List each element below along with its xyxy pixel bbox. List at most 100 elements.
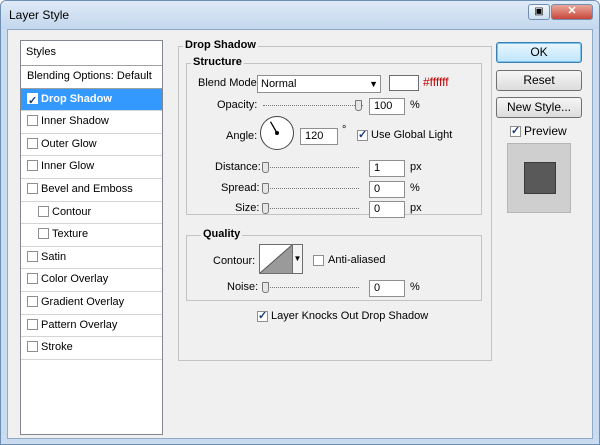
distance-slider-thumb[interactable]: [262, 162, 269, 173]
distance-label: Distance:: [215, 161, 261, 173]
styles-list-item[interactable]: Contour: [21, 202, 162, 225]
layer-style-dialog: Layer Style ▣ ✕ Styles Blending Options:…: [0, 0, 600, 445]
close-button[interactable]: ✕: [551, 4, 593, 20]
opacity-label: Opacity:: [217, 99, 258, 111]
angle-dial[interactable]: [260, 116, 294, 150]
styles-list-item-label: Contour: [52, 205, 92, 218]
style-enable-checkbox[interactable]: [27, 91, 38, 112]
blend-mode-label: Blend Mode:: [198, 77, 260, 89]
styles-list-item-label: Gradient Overlay: [41, 295, 125, 308]
angle-label: Angle:: [226, 130, 258, 142]
styles-list-item[interactable]: Texture: [21, 224, 162, 247]
styles-list-item[interactable]: Stroke: [21, 337, 162, 360]
layer-knocks-out-label[interactable]: Layer Knocks Out Drop Shadow: [271, 310, 428, 322]
size-slider-thumb[interactable]: [262, 203, 269, 214]
noise-input[interactable]: 0: [369, 280, 405, 297]
contour-picker[interactable]: [259, 244, 293, 274]
blend-mode-select[interactable]: Normal ▼: [257, 75, 381, 93]
opacity-unit: %: [410, 99, 420, 111]
shadow-color-swatch[interactable]: [389, 75, 419, 91]
quality-group: Quality Contour: ▼ Anti-aliased Noise: 0…: [186, 228, 482, 301]
distance-unit: px: [410, 161, 422, 173]
styles-list-item[interactable]: Pattern Overlay: [21, 315, 162, 338]
spread-input[interactable]: 0: [369, 181, 405, 198]
styles-list-item[interactable]: Color Overlay: [21, 269, 162, 292]
ok-button[interactable]: OK: [496, 42, 582, 63]
layer-knocks-out-checkbox[interactable]: [257, 309, 268, 322]
contour-dropdown-icon[interactable]: ▼: [293, 244, 303, 274]
structure-title: Structure: [191, 56, 244, 68]
styles-list-item-label: Drop Shadow: [41, 92, 112, 105]
opacity-slider-track[interactable]: [263, 105, 363, 107]
style-enable-checkbox[interactable]: [27, 341, 38, 353]
reset-button[interactable]: Reset: [496, 70, 582, 91]
drop-shadow-title: Drop Shadow: [183, 39, 258, 51]
use-global-light-checkbox[interactable]: [357, 128, 368, 141]
contour-label: Contour:: [213, 255, 256, 267]
angle-unit: °: [342, 124, 347, 136]
styles-list-item-label: Pattern Overlay: [41, 318, 118, 331]
system-menu-icon[interactable]: ▣: [528, 4, 550, 20]
anti-aliased-label[interactable]: Anti-aliased: [328, 254, 385, 266]
style-enable-checkbox[interactable]: [27, 160, 38, 172]
style-enable-checkbox[interactable]: [27, 137, 38, 149]
angle-dial-needle: [269, 121, 279, 135]
new-style-button[interactable]: New Style...: [496, 97, 582, 118]
size-unit: px: [410, 202, 422, 214]
style-enable-checkbox[interactable]: [27, 318, 38, 330]
styles-list-item[interactable]: Outer Glow: [21, 134, 162, 157]
noise-slider-thumb[interactable]: [262, 282, 269, 293]
styles-list-item-label: Outer Glow: [41, 137, 97, 150]
style-enable-checkbox[interactable]: [27, 182, 38, 194]
styles-list-item-label: Stroke: [41, 341, 73, 354]
styles-list-item-label: Blending Options: Default: [27, 70, 152, 82]
spread-slider-track[interactable]: [263, 188, 359, 190]
angle-input[interactable]: 120: [300, 128, 338, 145]
styles-list-item[interactable]: Bevel and Emboss: [21, 179, 162, 202]
style-enable-checkbox[interactable]: [27, 273, 38, 285]
anti-aliased-checkbox[interactable]: [313, 255, 324, 266]
dialog-body: Styles Blending Options: Default Drop Sha…: [7, 29, 593, 439]
style-enable-checkbox[interactable]: [27, 295, 38, 307]
styles-list-item[interactable]: Gradient Overlay: [21, 292, 162, 315]
preview-label[interactable]: Preview: [524, 124, 567, 138]
spread-slider-thumb[interactable]: [262, 183, 269, 194]
size-label: Size:: [235, 202, 260, 214]
styles-list: Styles Blending Options: Default Drop Sha…: [20, 40, 163, 435]
style-enable-checkbox[interactable]: [27, 115, 38, 127]
styles-list-item[interactable]: Inner Shadow: [21, 111, 162, 134]
shadow-color-hex: #ffffff: [423, 75, 449, 89]
distance-input[interactable]: 1: [369, 160, 405, 177]
styles-list-header[interactable]: Styles: [21, 41, 162, 66]
styles-list-item-label: Inner Glow: [41, 160, 95, 173]
style-enable-checkbox[interactable]: [38, 228, 49, 240]
styles-list-item-label: Texture: [52, 228, 89, 241]
style-enable-checkbox[interactable]: [27, 250, 38, 262]
noise-slider-track[interactable]: [263, 287, 359, 289]
size-input[interactable]: 0: [369, 201, 405, 218]
style-enable-checkbox[interactable]: [38, 205, 49, 217]
use-global-light-label[interactable]: Use Global Light: [371, 129, 452, 141]
spread-unit: %: [410, 182, 420, 194]
distance-slider-track[interactable]: [263, 167, 359, 169]
styles-list-item[interactable]: Satin: [21, 247, 162, 270]
spread-label: Spread:: [221, 182, 260, 194]
window-title: Layer Style: [9, 8, 70, 22]
preview-checkbox[interactable]: [510, 124, 521, 137]
size-slider-track[interactable]: [263, 208, 359, 210]
noise-label: Noise:: [227, 281, 259, 293]
noise-unit: %: [410, 281, 420, 293]
styles-list-item-label: Inner Shadow: [41, 115, 109, 128]
styles-list-item[interactable]: Inner Glow: [21, 156, 162, 179]
opacity-slider-thumb[interactable]: [355, 100, 362, 111]
opacity-input[interactable]: 100: [369, 98, 405, 115]
title-bar[interactable]: Layer Style ▣ ✕: [1, 1, 599, 29]
style-preview-shape: [524, 162, 556, 194]
styles-list-item-label: Bevel and Emboss: [41, 182, 133, 195]
styles-list-item[interactable]: Blending Options: Default: [21, 66, 162, 89]
styles-list-item[interactable]: Drop Shadow: [21, 88, 162, 112]
style-preview-swatch: [507, 143, 571, 213]
styles-list-item-label: Color Overlay: [41, 273, 109, 286]
quality-title: Quality: [201, 228, 243, 240]
structure-group: Structure Blend Mode: Normal ▼ #ffffff O…: [186, 56, 482, 218]
